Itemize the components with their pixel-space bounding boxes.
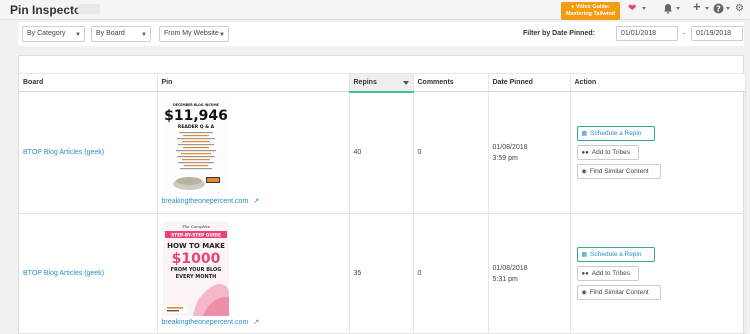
repins-cell: 35 (349, 213, 414, 334)
chevron-down-icon (642, 7, 646, 10)
table-row: BTOP Blog Articles (geek) DECEMBER BLOG … (19, 91, 746, 214)
chevron-down-icon (705, 7, 709, 10)
help-icon[interactable]: ? (713, 3, 724, 18)
pin-text-guide: STEP-BY-STEP GUIDE (171, 233, 221, 239)
date-from-input[interactable]: 01/01/2018 (616, 26, 678, 41)
board-link[interactable]: BTOP Blog Articles (geek) (23, 270, 104, 277)
table-row: BTOP Blog Articles (geek) The Complete S… (19, 213, 746, 334)
pin-image[interactable]: DECEMBER BLOG INCOME $11,946 READER Q & … (162, 100, 229, 195)
date-cell: 01/08/2018 3:59 pm (488, 91, 571, 214)
external-link-icon[interactable]: ↗ (253, 319, 259, 326)
users-icon: ●● (581, 150, 589, 156)
date-cell: 01/08/2018 5:31 pm (488, 213, 571, 334)
pin-cell: The Complete STEP-BY-STEP GUIDE HOW TO M… (157, 213, 350, 334)
schedule-repin-label: Schedule a Repin (590, 130, 642, 137)
plus-icon[interactable]: + (693, 0, 701, 13)
find-similar-label: Find Similar Content (589, 289, 649, 296)
column-header-date-pinned[interactable]: Date Pinned (488, 73, 571, 92)
from-website-label: From My Website (164, 30, 219, 37)
add-to-tribes-button[interactable]: ●● Add to Tribes (576, 145, 639, 160)
schedule-repin-label: Schedule a Repin (590, 251, 642, 258)
pin-table: Board Pin Repins Comments Date Pinned Ac… (19, 73, 746, 334)
calendar-icon: ▦ (581, 131, 588, 137)
column-header-comments[interactable]: Comments (413, 73, 489, 92)
pin-text-line2: FROM YOUR BLOG (170, 267, 221, 273)
heart-icon[interactable]: ❤ (628, 3, 636, 15)
find-similar-button[interactable]: ◉ Find Similar Content (576, 285, 661, 300)
calendar-icon: ▦ (581, 252, 588, 258)
schedule-repin-button[interactable]: ▦ Schedule a Repin (576, 247, 655, 262)
pin-text-sub: READER Q & A (177, 124, 214, 130)
board-link[interactable]: BTOP Blog Articles (geek) (23, 149, 104, 156)
repins-cell: 40 (349, 91, 414, 214)
repins-header-label: Repins (353, 78, 377, 86)
title-placeholder (78, 4, 100, 14)
add-to-tribes-label: Add to Tribes (591, 270, 631, 277)
date-range-separator: - (683, 29, 686, 38)
top-header: Pin Inspector ● Video Guide: Mastering T… (0, 0, 750, 20)
pin-source-link[interactable]: breakingtheonepercent.com (162, 319, 249, 326)
filter-icon: ▼ (141, 32, 147, 38)
date-value: 01/08/2018 (492, 143, 528, 151)
find-similar-button[interactable]: ◉ Find Similar Content (576, 164, 661, 179)
pin-text-line3: EVERY MONTH (175, 274, 216, 280)
column-header-repins[interactable]: Repins (349, 73, 414, 93)
column-header-pin: Pin (157, 73, 350, 92)
users-icon: ●● (581, 271, 589, 277)
filter-bar: By Category ▼ By Board ▼ From My Website… (18, 22, 744, 46)
add-to-tribes-button[interactable]: ●● Add to Tribes (576, 266, 639, 281)
lightbulb-icon: ◉ (581, 290, 587, 296)
chevron-down-icon (726, 7, 730, 10)
pin-text-line1: HOW TO MAKE (167, 242, 225, 250)
pin-text-amount: $11,946 (164, 108, 228, 124)
date-value: 01/08/2018 (492, 264, 528, 272)
comments-cell: 0 (413, 213, 489, 334)
by-board-dropdown[interactable]: By Board ▼ (91, 26, 151, 42)
date-to-input[interactable]: 01/19/2018 (691, 26, 743, 41)
filter-icon: ▼ (75, 32, 81, 38)
page-title: Pin Inspector (10, 3, 87, 17)
pin-table-panel: Board Pin Repins Comments Date Pinned Ac… (18, 55, 746, 334)
board-cell: BTOP Blog Articles (geek) (19, 91, 158, 214)
video-guide-button[interactable]: ● Video Guide: Mastering Tailwind (561, 2, 620, 20)
pin-text-small: The Complete (181, 224, 210, 229)
date-filter-label: Filter by Date Pinned: (523, 30, 595, 37)
filter-icon: ▼ (219, 32, 225, 38)
lightbulb-icon: ● (571, 4, 575, 10)
pin-cell: DECEMBER BLOG INCOME $11,946 READER Q & … (157, 91, 350, 214)
pin-text-amount: $1000 (171, 251, 220, 267)
pin-text-small: DECEMBER BLOG INCOME (173, 103, 219, 107)
svg-text:?: ? (716, 4, 721, 13)
by-category-dropdown[interactable]: By Category ▼ (22, 26, 85, 42)
pin-image[interactable]: The Complete STEP-BY-STEP GUIDE HOW TO M… (162, 221, 229, 316)
from-website-dropdown[interactable]: From My Website ▼ (159, 26, 229, 42)
sort-desc-icon (402, 81, 409, 85)
schedule-repin-button[interactable]: ▦ Schedule a Repin (576, 126, 655, 141)
comments-cell: 0 (413, 91, 489, 214)
add-to-tribes-label: Add to Tribes (591, 149, 631, 156)
action-cell: ▦ Schedule a Repin ●● Add to Tribes ◉ Find … (570, 213, 746, 334)
action-cell: ▦ Schedule a Repin ●● Add to Tribes ◉ Find … (570, 91, 746, 214)
time-value: 3:59 pm (492, 154, 518, 162)
board-cell: BTOP Blog Articles (geek) (19, 213, 158, 334)
pin-source-link[interactable]: breakingtheonepercent.com (162, 198, 249, 205)
gear-icon[interactable]: ⚙ (735, 3, 744, 15)
by-category-label: By Category (27, 30, 66, 37)
find-similar-label: Find Similar Content (589, 168, 649, 175)
time-value: 5:31 pm (492, 275, 518, 283)
external-link-icon[interactable]: ↗ (253, 198, 259, 205)
column-header-board[interactable]: Board (19, 73, 158, 92)
by-board-label: By Board (96, 30, 125, 37)
video-guide-line1: Video Guide: (575, 4, 610, 10)
video-guide-line2: Mastering Tailwind (565, 11, 616, 17)
bell-icon[interactable] (663, 3, 673, 18)
column-header-action: Action (570, 73, 746, 92)
table-header-row: Board Pin Repins Comments Date Pinned Ac… (19, 73, 746, 93)
table-spacer (19, 56, 743, 73)
lightbulb-icon: ◉ (581, 169, 587, 175)
chevron-down-icon (676, 7, 680, 10)
